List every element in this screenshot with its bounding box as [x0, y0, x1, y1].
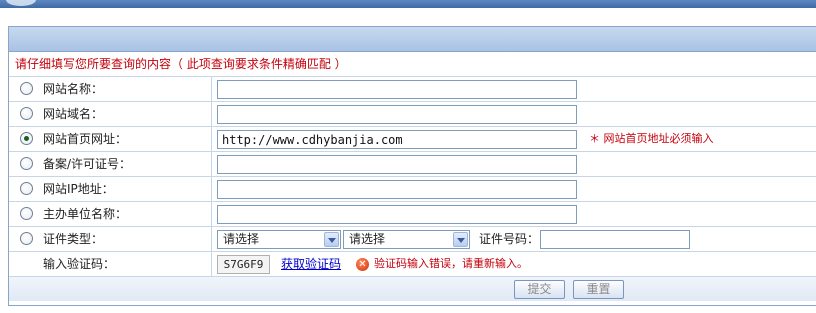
get-captcha-link[interactable]: 获取验证码 — [281, 252, 341, 276]
field-row-license-number: 备案/许可证号： — [9, 152, 816, 177]
query-panel: 请仔细填写您所要查询的内容（ 此项查询要求条件精确匹配 ） 网站名称： 网站域名… — [8, 26, 816, 306]
label-cell: 备案/许可证号： — [9, 152, 212, 176]
field-row-site-name: 网站名称： — [9, 77, 816, 102]
panel-header — [9, 27, 816, 52]
label-cell: 网站首页网址： — [9, 127, 212, 151]
cert-subtype-select[interactable]: 请选择 — [343, 230, 470, 249]
field-row-site-domain: 网站域名： — [9, 102, 816, 127]
label-cert-type: 证件类型： — [43, 232, 104, 246]
field-row-organizer: 主办单位名称： — [9, 202, 816, 227]
submit-button[interactable]: 提交 — [514, 280, 565, 299]
query-notice: 请仔细填写您所要查询的内容（ 此项查询要求条件精确匹配 ） — [9, 52, 816, 77]
site-name-input[interactable] — [217, 80, 577, 99]
chevron-down-icon[interactable] — [324, 232, 339, 247]
cert-subtype-select-value: 请选择 — [349, 232, 386, 246]
label-organizer: 主办单位名称： — [43, 207, 128, 221]
field-row-site-ip: 网站IP地址： — [9, 177, 816, 202]
label-site-name: 网站名称： — [43, 82, 104, 96]
organizer-input[interactable] — [217, 205, 577, 224]
label-cell: 网站域名： — [9, 102, 212, 126]
cert-type-select[interactable]: 请选择 — [217, 230, 341, 249]
radio-organizer[interactable] — [20, 207, 33, 220]
field-row-verify-code: 输入验证码： S7G6F9 获取验证码 ✕ 验证码输入错误，请重新输入。 — [9, 252, 816, 277]
field-row-homepage-url: 网站首页网址： ＊ 网站首页地址必须输入 — [9, 127, 816, 152]
chevron-down-icon[interactable] — [453, 232, 468, 247]
captcha-error-message: 验证码输入错误，请重新输入。 — [374, 257, 528, 270]
cert-type-select-value: 请选择 — [223, 232, 260, 246]
license-number-input[interactable] — [217, 155, 577, 174]
radio-license-number[interactable] — [20, 157, 33, 170]
cert-number-input[interactable] — [540, 230, 690, 249]
label-cell: 网站名称： — [9, 77, 212, 101]
label-homepage-url: 网站首页网址： — [43, 132, 128, 146]
top-banner-strip — [0, 0, 816, 8]
homepage-url-input[interactable] — [217, 130, 577, 149]
radio-homepage-url[interactable] — [20, 132, 33, 145]
action-row: 提交 重置 — [9, 277, 816, 301]
label-cell: 证件类型： — [9, 227, 212, 251]
label-cell: 输入验证码： — [9, 252, 212, 276]
homepage-required-note: ＊ 网站首页地址必须输入 — [589, 132, 714, 145]
radio-site-domain[interactable] — [20, 107, 33, 120]
reset-button[interactable]: 重置 — [573, 280, 624, 299]
label-verify-code: 输入验证码： — [43, 257, 116, 271]
label-cell: 主办单位名称： — [9, 202, 212, 226]
banner-logo — [6, 0, 36, 6]
label-cell: 网站IP地址： — [9, 177, 212, 201]
error-icon: ✕ — [356, 258, 369, 271]
label-license-number: 备案/许可证号： — [43, 157, 132, 171]
captcha-input[interactable]: S7G6F9 — [217, 255, 270, 274]
site-ip-input[interactable] — [217, 180, 577, 199]
radio-site-name[interactable] — [20, 82, 33, 95]
cert-number-label: 证件号码： — [479, 232, 540, 246]
field-row-cert-type: 证件类型： 请选择 请选择 证件号码： — [9, 227, 816, 252]
radio-site-ip[interactable] — [20, 182, 33, 195]
label-site-ip: 网站IP地址： — [43, 182, 114, 196]
site-domain-input[interactable] — [217, 105, 577, 124]
label-site-domain: 网站域名： — [43, 107, 104, 121]
radio-cert-type[interactable] — [20, 232, 33, 245]
